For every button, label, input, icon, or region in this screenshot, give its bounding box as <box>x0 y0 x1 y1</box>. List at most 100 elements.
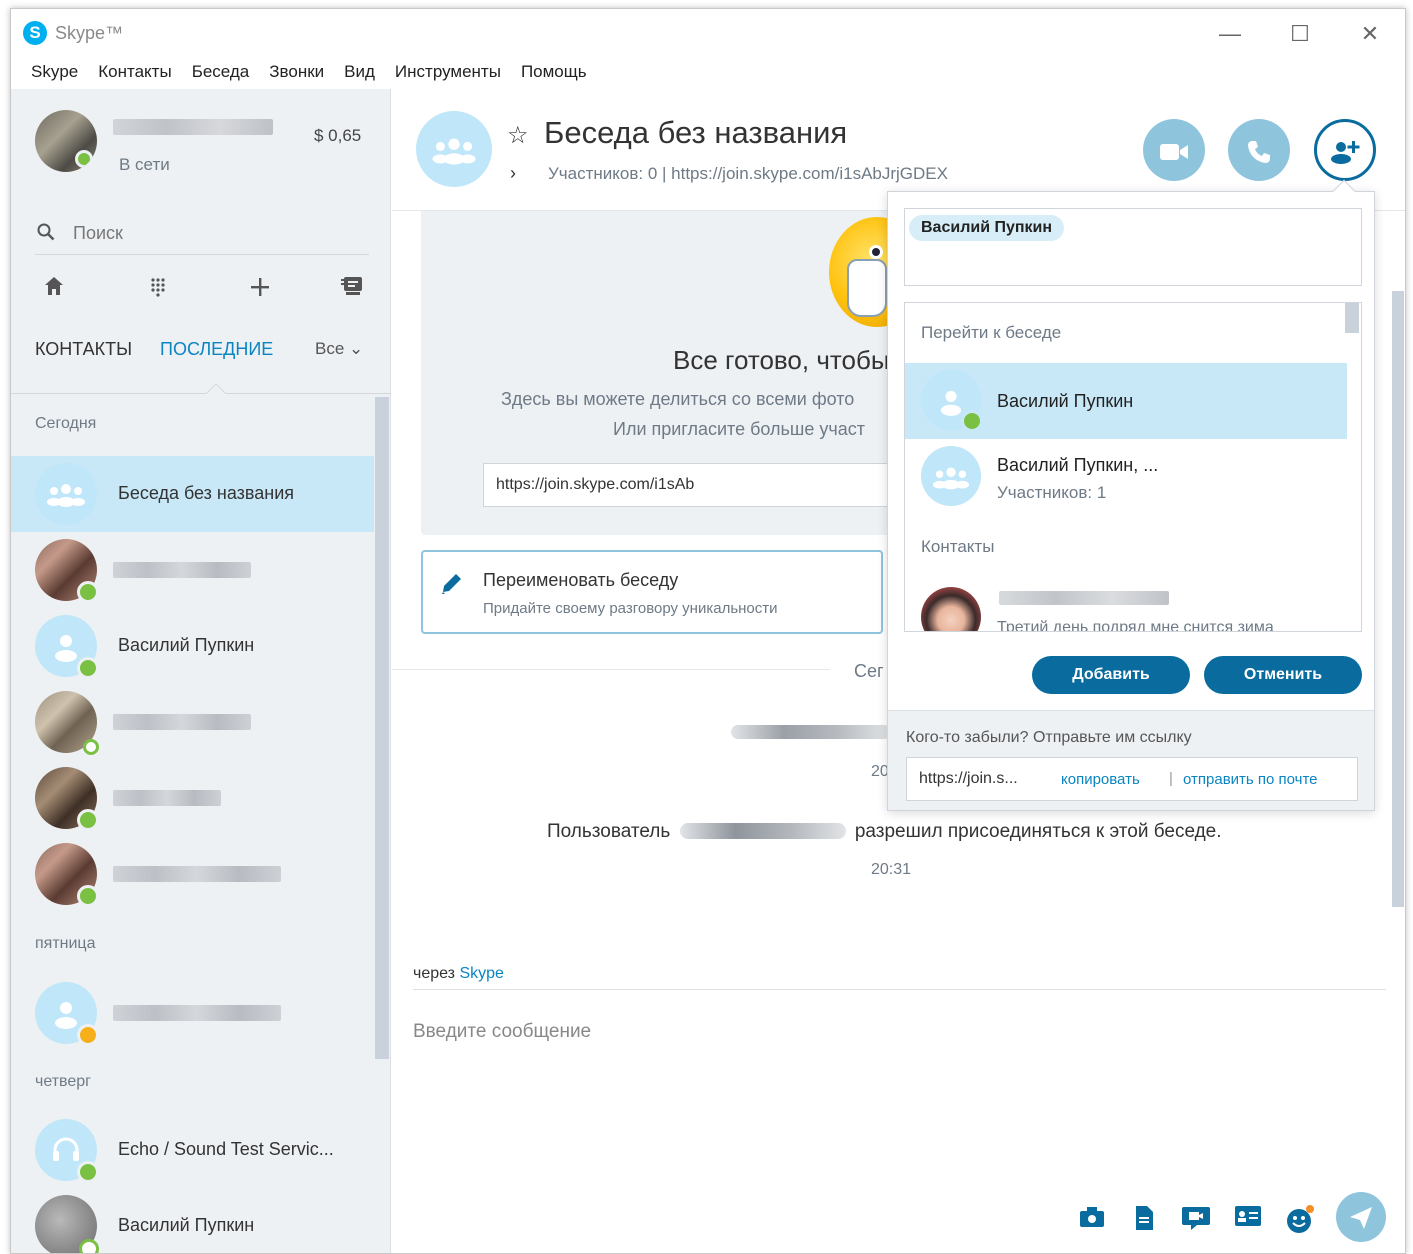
suggestion-group[interactable]: Василий Пупкин, ... Участников: 1 <box>905 439 1347 515</box>
avatar <box>35 843 99 907</box>
menu-skype[interactable]: Skype <box>21 59 88 89</box>
contact-card-icon[interactable] <box>337 275 367 305</box>
via-skype-label: через Skype <box>413 965 504 983</box>
suggestion-vasily[interactable]: Василий Пупкин <box>905 363 1347 439</box>
sidebar-toolbar <box>35 275 369 305</box>
recent-item-redacted-3[interactable] <box>11 760 374 836</box>
recent-item-redacted-4[interactable] <box>11 836 374 912</box>
group-avatar[interactable] <box>416 111 492 187</box>
cancel-button[interactable]: Отменить <box>1204 656 1362 694</box>
maximize-button[interactable]: ☐ <box>1277 19 1323 49</box>
menu-view[interactable]: Вид <box>334 59 385 89</box>
avatar <box>35 982 99 1046</box>
recent-item-untitled-chat[interactable]: Беседа без названия <box>11 456 374 532</box>
recent-item-vasily[interactable]: Василий Пупкин <box>11 608 374 684</box>
suggestion-sub: Участников: 1 <box>997 483 1107 502</box>
suggestion-label: Василий Пупкин, ... <box>997 455 1159 475</box>
send-media-icon[interactable] <box>1077 1205 1107 1235</box>
minimize-button[interactable]: — <box>1207 19 1253 49</box>
home-icon[interactable] <box>39 275 69 305</box>
section-contacts: Контакты <box>921 537 995 556</box>
email-link[interactable]: отправить по почте <box>1183 771 1318 788</box>
chevron-right-icon[interactable]: › <box>510 163 516 184</box>
group-avatar <box>35 463 97 525</box>
day-label: Сег <box>854 661 884 681</box>
online-status-icon <box>961 410 983 432</box>
online-status-icon <box>77 1161 99 1183</box>
rename-conversation-card[interactable]: Переименовать беседу Придайте своему раз… <box>421 550 883 634</box>
online-status-icon <box>77 581 99 603</box>
welcome-subtitle-2: Или пригласите больше участ <box>613 419 865 439</box>
chat-participants-link[interactable]: Участников: 0 | https://join.skype.com/i… <box>548 164 948 184</box>
recent-item-vasily-2[interactable]: Василий Пупкин <box>11 1188 374 1253</box>
recent-item-redacted-5[interactable] <box>11 975 374 1051</box>
search-box[interactable]: Поиск <box>35 213 369 255</box>
close-button[interactable]: ✕ <box>1347 19 1393 49</box>
search-input[interactable]: Поиск <box>73 223 123 244</box>
invite-link-text: https://join.skype.com/i1sAb <box>496 476 695 493</box>
message-input[interactable]: Введите сообщение <box>413 1021 591 1043</box>
avatar <box>35 1119 99 1183</box>
menu-calls[interactable]: Звонки <box>259 59 334 89</box>
my-status[interactable]: В сети <box>119 155 170 175</box>
contact-avatar[interactable] <box>921 587 981 631</box>
plus-icon[interactable] <box>245 275 275 305</box>
section-thursday: четверг <box>35 1073 91 1090</box>
group-icon <box>932 467 970 490</box>
share-url[interactable]: https://join.s... <box>919 770 1018 788</box>
section-friday: пятница <box>35 935 96 952</box>
online-status-icon <box>77 657 99 679</box>
dialpad-icon[interactable] <box>143 275 173 305</box>
sidebar-scrollbar[interactable] <box>375 397 389 1059</box>
recent-item-redacted-1[interactable] <box>11 532 374 608</box>
send-arrow-icon <box>1350 1206 1372 1229</box>
my-name-redacted[interactable] <box>113 119 273 135</box>
app-title: Skype™ <box>55 23 124 43</box>
participant-input[interactable]: Василий Пупкин <box>904 208 1362 286</box>
filter-dropdown[interactable]: Все ⌄ <box>315 339 363 359</box>
add-button[interactable]: Добавить <box>1032 656 1190 694</box>
menu-help[interactable]: Помощь <box>511 59 597 89</box>
rename-subtitle: Придайте своему разговору уникальности <box>483 600 778 617</box>
title-bar: S Skype™ — ☐ ✕ <box>11 9 1405 59</box>
list-scrollbar[interactable] <box>1345 303 1359 333</box>
chat-scrollbar[interactable] <box>1392 291 1404 907</box>
avatar <box>35 1195 99 1253</box>
contact-mood-text: Третий день подряд мне снится зима <box>997 619 1274 632</box>
voice-call-button[interactable] <box>1228 119 1290 181</box>
send-contact-icon[interactable] <box>1233 1205 1263 1235</box>
group-icon <box>35 463 97 525</box>
invite-link-field[interactable]: https://join.skype.com/i1sAb <box>483 463 903 507</box>
recent-item-echo[interactable]: Echo / Sound Test Servic... <box>11 1112 374 1188</box>
tab-contacts[interactable]: КОНТАКТЫ <box>35 339 132 360</box>
send-button[interactable] <box>1336 1192 1386 1242</box>
menu-contacts[interactable]: Контакты <box>88 59 181 89</box>
add-person-icon <box>1331 140 1360 164</box>
menu-conversation[interactable]: Беседа <box>182 59 260 89</box>
favorite-star-icon[interactable]: ☆ <box>507 121 529 150</box>
emoticon-picker-icon[interactable] <box>1285 1205 1315 1235</box>
search-icon <box>37 223 55 247</box>
video-call-button[interactable] <box>1143 119 1205 181</box>
chat-title[interactable]: Беседа без названия <box>544 115 847 151</box>
send-file-icon[interactable] <box>1129 1205 1159 1235</box>
video-message-icon[interactable] <box>1181 1205 1211 1235</box>
share-link-field: https://join.s... копировать | отправить… <box>906 757 1358 801</box>
compose-divider <box>413 989 1386 990</box>
recent-item-redacted-2[interactable] <box>11 684 374 760</box>
my-avatar[interactable] <box>35 110 97 172</box>
copy-link[interactable]: копировать <box>1061 771 1140 788</box>
via-prefix: через <box>413 965 456 982</box>
skype-credit[interactable]: $ 0,65 <box>314 126 361 146</box>
tab-recent[interactable]: ПОСЛЕДНИЕ <box>160 339 273 360</box>
participant-token[interactable]: Василий Пупкин <box>909 215 1065 241</box>
redacted-name <box>113 790 221 806</box>
menu-tools[interactable]: Инструменты <box>385 59 511 89</box>
add-participant-button[interactable] <box>1314 119 1376 181</box>
redacted-name <box>113 562 251 578</box>
away-status-icon <box>77 1024 99 1046</box>
welcome-subtitle-1: Здесь вы можете делиться со всеми фото <box>501 389 855 409</box>
redacted-name <box>113 866 281 882</box>
online-status-icon <box>77 809 99 831</box>
via-skype-link[interactable]: Skype <box>459 965 503 982</box>
